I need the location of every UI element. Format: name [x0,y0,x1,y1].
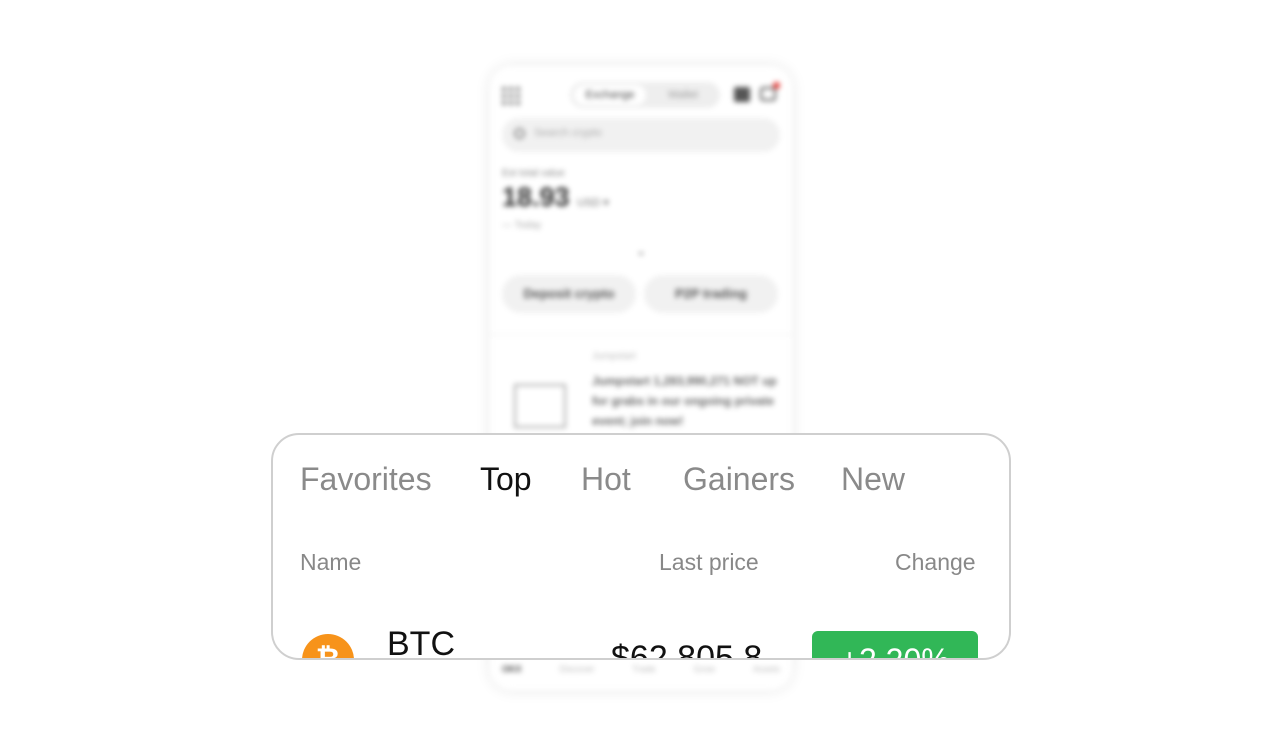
balance-unit[interactable]: USD ▾ [577,197,609,209]
today-pnl: — Today [502,220,542,231]
search-input[interactable]: Search crypto [502,118,780,152]
search-icon [514,128,525,139]
promo-text[interactable]: Jumpstart 1,283,990,271 NOT up for grabs… [592,371,778,431]
divider [490,334,792,335]
column-header-change[interactable]: Change [895,549,976,576]
balance-value: 18.93 [502,182,570,212]
tab-hot[interactable]: Hot [581,461,631,498]
promo-label: Jumpstart [592,351,636,362]
coin-symbol: BTC [387,625,455,660]
tab-new[interactable]: New [841,461,905,498]
tab-top[interactable]: Top [480,461,532,498]
nav-item-trade[interactable]: Trade [632,664,655,674]
nav-item-grow[interactable]: Grow [694,664,716,674]
p2p-trading-button[interactable]: P2P trading [644,275,778,313]
balance: 18.93 USD ▾ [502,182,609,213]
est-total-value-label: Est total value [502,168,565,179]
exchange-tab[interactable]: Exchange [574,85,646,105]
bottom-nav: OKX Discover Trade Grow Assets [502,664,780,674]
nav-item-discover[interactable]: Discover [559,664,594,674]
nav-item-assets[interactable]: Assets [753,664,780,674]
nav-item-okx[interactable]: OKX [502,664,522,674]
column-header-last-price[interactable]: Last price [659,549,759,576]
chevron-down-icon[interactable]: ⌄ [636,244,646,258]
exchange-wallet-switch[interactable]: Exchange Wallet [570,82,720,108]
phone-header: Exchange Wallet [502,82,780,108]
tab-favorites[interactable]: Favorites [300,461,432,498]
wallet-tab[interactable]: Wallet [650,85,716,105]
deposit-crypto-button[interactable]: Deposit crypto [502,275,636,313]
tab-gainers[interactable]: Gainers [683,461,795,498]
column-header-name[interactable]: Name [300,549,361,576]
bitcoin-icon: ₿ [302,634,354,658]
envelope-icon [514,384,566,428]
search-placeholder: Search crypto [534,127,602,139]
change-badge[interactable]: +2.20% [812,631,978,658]
coin-last-price: $62,805.8 [611,639,763,660]
apps-grid-icon[interactable] [502,87,520,105]
gift-icon[interactable] [734,87,750,102]
message-icon[interactable] [760,82,780,101]
market-list-card: Favorites Top Hot Gainers New Name Last … [271,433,1011,660]
